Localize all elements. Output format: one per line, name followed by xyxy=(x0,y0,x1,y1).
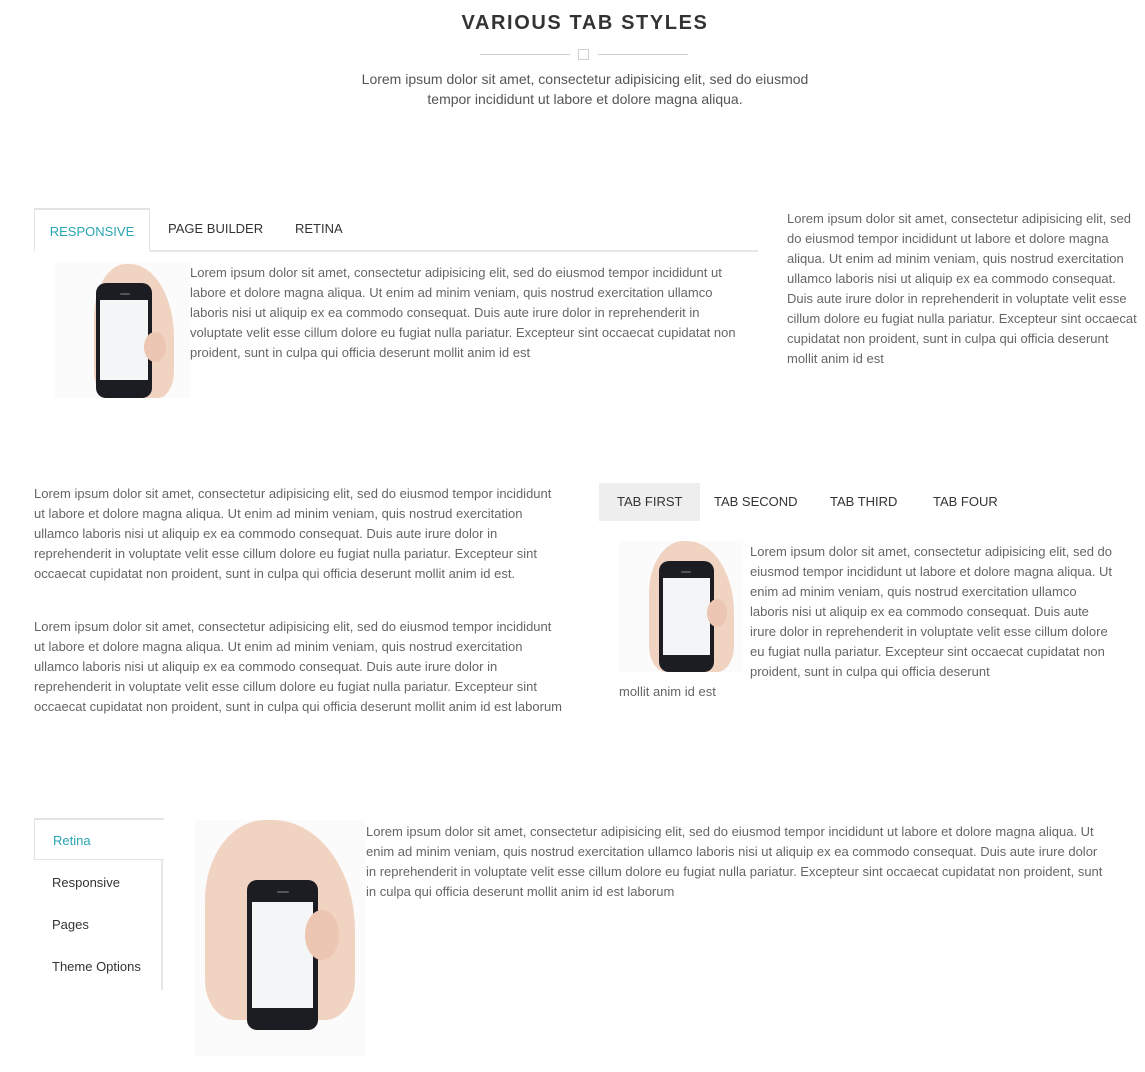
vtab-responsive[interactable]: Responsive xyxy=(34,862,163,904)
vtab-retina[interactable]: Retina xyxy=(34,818,165,860)
side-text: Lorem ipsum dolor sit amet, consectetur … xyxy=(787,211,1137,366)
hand-holding-phone-image xyxy=(195,820,365,1056)
vtab-pages[interactable]: Pages xyxy=(34,904,163,946)
tab-page-builder[interactable]: PAGE BUILDER xyxy=(168,208,263,252)
hand-holding-phone-image xyxy=(54,262,190,398)
paragraph-1: Lorem ipsum dolor sit amet, consectetur … xyxy=(34,486,552,581)
tabs-responsive-group: RESPONSIVE PAGE BUILDER RETINA xyxy=(34,208,758,252)
page-title: VARIOUS TAB STYLES xyxy=(461,12,709,34)
paragraph-2: Lorem ipsum dolor sit amet, consectetur … xyxy=(34,619,563,714)
vtab-theme-options[interactable]: Theme Options xyxy=(34,946,163,988)
tab-second[interactable]: TAB SECOND xyxy=(714,483,798,521)
tab-responsive[interactable]: RESPONSIVE xyxy=(34,208,150,252)
tab-content-text: Lorem ipsum dolor sit amet, consectetur … xyxy=(190,265,736,360)
title-divider xyxy=(480,48,688,62)
tab-first[interactable]: TAB FIRST xyxy=(599,483,701,521)
tab-third[interactable]: TAB THIRD xyxy=(830,483,897,521)
tab-retina[interactable]: RETINA xyxy=(295,208,343,252)
square-divider-icon xyxy=(578,49,589,60)
tab-content-text: Lorem ipsum dolor sit amet, consectetur … xyxy=(750,544,1113,679)
hand-holding-phone-image xyxy=(619,541,743,672)
vertical-tabs: Retina Responsive Pages Theme Options xyxy=(34,818,165,990)
tab-content-text-tail: mollit anim id est xyxy=(619,684,716,699)
tab-four[interactable]: TAB FOUR xyxy=(933,483,998,521)
section-intro: Lorem ipsum dolor sit amet, consectetur … xyxy=(361,71,809,107)
tab-content-text: Lorem ipsum dolor sit amet, consectetur … xyxy=(366,824,1103,899)
